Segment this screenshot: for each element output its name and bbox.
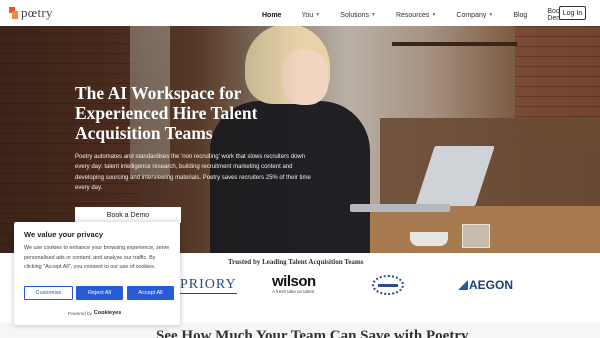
chevron-down-icon: ▼ — [315, 12, 321, 18]
wilson-logo: wilson A fresh take on talent — [272, 273, 316, 294]
nav-resources[interactable]: Resources ▼ — [396, 8, 436, 22]
cookie-reject-button[interactable]: Reject All — [76, 286, 123, 300]
hero-title: The AI Workspace for Experienced Hire Ta… — [75, 83, 258, 143]
priory-logo: PRIORY — [180, 277, 237, 294]
poetry-logo-icon — [9, 6, 19, 20]
nav-blog-label: Blog — [513, 11, 528, 19]
aegon-logo-text: AEGON — [469, 278, 514, 292]
cookie-customise-button[interactable]: Customise — [24, 286, 73, 300]
main-nav: Home You ▼ Solutions ▼ Resources ▼ Company ▼… — [262, 8, 600, 22]
hero-laptop-base — [350, 204, 450, 212]
hero-water-glass — [462, 224, 490, 248]
cookie-powered-label: Powered by — [68, 310, 92, 316]
cookie-powered-by: Powered by Cookieyes — [68, 310, 121, 316]
hero-background-shelf — [392, 42, 517, 46]
nav-you[interactable]: You ▼ — [301, 8, 320, 22]
nav-solutions[interactable]: Solutions ▼ — [340, 8, 376, 22]
nav-you-label: You — [301, 11, 314, 19]
nav-solutions-label: Solutions — [340, 11, 370, 19]
cookie-title: We value your privacy — [24, 230, 104, 239]
wilson-logo-tagline: A fresh take on talent — [272, 289, 315, 294]
hero-description: Poetry automates and standardises the 'n… — [75, 154, 311, 191]
cookie-accept-button[interactable]: Accept All — [127, 286, 174, 300]
nav-home-label: Home — [262, 11, 282, 19]
chevron-down-icon: ▼ — [431, 12, 437, 18]
nav-home[interactable]: Home — [262, 8, 281, 22]
trusted-title: Trusted by Leading Talent Acquisition Te… — [228, 258, 364, 266]
chevron-down-icon: ▼ — [488, 12, 494, 18]
seal-logo — [372, 275, 404, 295]
aegon-mark-icon — [458, 280, 468, 290]
poetry-logo[interactable]: pœtry — [9, 5, 53, 21]
nav-resources-label: Resources — [395, 11, 430, 19]
nav-company[interactable]: Company ▼ — [456, 8, 493, 22]
nav-company-label: Company — [456, 11, 487, 19]
aegon-logo: AEGON — [458, 278, 513, 292]
login-button[interactable]: Log In — [559, 6, 586, 20]
savings-title: See How Much Your Team Can Save with Poe… — [156, 328, 469, 338]
wilson-logo-text: wilson — [272, 273, 316, 290]
site-header: pœtry Home You ▼ Solutions ▼ Resources ▼ Co… — [0, 0, 600, 26]
hero-coffee-cup — [410, 232, 448, 246]
cookie-consent-dialog: We value your privacy We use cookies to … — [14, 222, 180, 325]
savings-section: See How Much Your Team Can Save with Poe… — [0, 323, 600, 338]
cookieyes-logo[interactable]: Cookieyes — [94, 310, 122, 316]
cookie-text: We use cookies to enhance your browsing … — [24, 245, 170, 271]
poetry-logo-text: pœtry — [21, 5, 53, 20]
book-demo-button[interactable]: Book a Demo — [75, 207, 181, 223]
nav-blog[interactable]: Blog — [513, 8, 527, 22]
chevron-down-icon: ▼ — [371, 12, 376, 18]
